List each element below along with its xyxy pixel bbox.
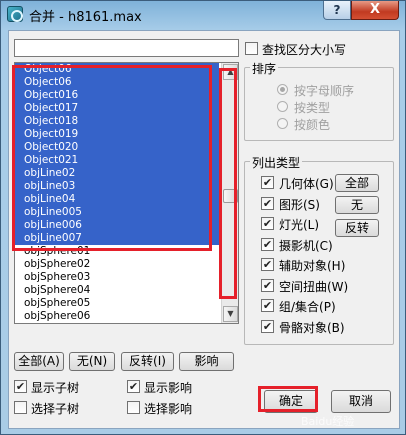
list-item[interactable]: Object06	[15, 63, 219, 76]
list-item[interactable]: Object021	[15, 154, 219, 167]
list-item[interactable]: objSphere02	[15, 258, 219, 271]
type-checkbox[interactable]: ✔	[261, 176, 274, 189]
type-label: 空间扭曲(W)	[279, 279, 349, 294]
name-filter-input[interactable]	[14, 39, 239, 57]
list-item[interactable]: objLine04	[15, 193, 219, 206]
types-all-button[interactable]: 全部	[335, 174, 379, 192]
select-all-button[interactable]: 全部(A)	[14, 352, 64, 371]
type-checkbox[interactable]: ✔	[261, 258, 274, 271]
list-item[interactable]: objLine006	[15, 219, 219, 232]
show-subtree-label: 显示子树	[31, 381, 80, 395]
type-label: 辅助对象(H)	[279, 259, 346, 273]
influence-button[interactable]: 影响	[179, 352, 234, 371]
window-frame: 合并 - h8161.max ? X Object06 Object06 Objec…	[0, 0, 406, 435]
type-checkbox[interactable]: ✔	[261, 319, 274, 333]
show-influence-checkbox[interactable]: ✔	[127, 380, 140, 393]
types-invert-button[interactable]: 反转	[335, 219, 379, 237]
list-scrollbar[interactable]: ▲ ▼	[221, 63, 238, 323]
sort-radio-1[interactable]	[277, 101, 288, 112]
select-none-button[interactable]: 无(N)	[69, 352, 115, 371]
sort-option-label: 按颜色	[294, 118, 331, 132]
case-sensitive-checkbox[interactable]	[245, 42, 258, 55]
sort-radio-0[interactable]	[277, 84, 288, 95]
type-label: 灯光(L)	[279, 218, 320, 232]
sort-group: 排序 按字母顺序按类型按颜色	[244, 60, 394, 141]
ok-button[interactable]: 确定	[264, 390, 318, 413]
object-list-items: Object06 Object06 Object016 Object017 Object…	[15, 63, 219, 323]
list-item[interactable]: objSphere03	[15, 271, 219, 284]
scroll-down-icon[interactable]: ▼	[223, 306, 238, 322]
list-item[interactable]: objLine005	[15, 206, 219, 219]
show-subtree-checkbox[interactable]: ✔	[14, 380, 27, 393]
type-label: 骨骼对象(B)	[279, 320, 345, 335]
type-label: 图形(S)	[279, 197, 320, 212]
sort-option-label: 按类型	[294, 101, 331, 115]
list-item[interactable]: objLine03	[15, 180, 219, 193]
type-label: 摄影机(C)	[279, 238, 333, 253]
list-item[interactable]: objSphere01	[15, 245, 219, 258]
type-label: 几何体(G)	[279, 177, 334, 191]
close-button[interactable]: X	[351, 1, 399, 20]
type-checkbox[interactable]: ✔	[261, 237, 274, 251]
type-checkbox[interactable]: ✔	[261, 196, 274, 210]
case-sensitive-label: 查找区分大小写	[262, 43, 347, 57]
list-types-group: 列出类型 ✔ 几何体(G) ✔ 图形(S) ✔ 灯光(L) ✔ 摄影机(C) ✔ 辅助对象(H) ✔…	[244, 154, 394, 345]
select-subtree-label: 选择子树	[31, 402, 80, 416]
list-item[interactable]: Object018	[15, 115, 219, 128]
list-item[interactable]: objSphere06	[15, 310, 219, 323]
3dsmax-app-icon	[7, 6, 23, 22]
scroll-thumb[interactable]	[223, 189, 238, 203]
watermark: Baidu经验	[301, 415, 355, 428]
invert-selection-button[interactable]: 反转(I)	[121, 352, 174, 371]
sort-group-title: 排序	[250, 60, 279, 77]
help-button[interactable]: ?	[323, 1, 351, 20]
list-item[interactable]: Object020	[15, 141, 219, 154]
scroll-up-icon[interactable]: ▲	[223, 64, 238, 80]
sort-radio-2[interactable]	[277, 118, 288, 129]
list-item[interactable]: objLine007	[15, 232, 219, 245]
select-influence-label: 选择影响	[144, 402, 193, 416]
dialog-body: Object06 Object06 Object016 Object017 Object…	[8, 30, 400, 429]
type-checkbox[interactable]: ✔	[261, 217, 274, 230]
type-checkbox[interactable]: ✔	[261, 278, 274, 292]
title-bar[interactable]: 合并 - h8161.max ? X	[1, 1, 405, 29]
list-item[interactable]: objLine02	[15, 167, 219, 180]
list-item[interactable]: Object019	[15, 128, 219, 141]
list-item[interactable]: Object017	[15, 102, 219, 115]
object-list[interactable]: Object06 Object06 Object016 Object017 Object…	[14, 62, 239, 324]
list-item[interactable]: Object016	[15, 89, 219, 102]
select-subtree-checkbox[interactable]	[14, 401, 27, 414]
list-item[interactable]: Object06	[15, 76, 219, 89]
select-influence-checkbox[interactable]	[127, 401, 140, 414]
list-item[interactable]: objSphere04	[15, 284, 219, 297]
window-title: 合并 - h8161.max	[29, 10, 142, 25]
types-none-button[interactable]: 无	[335, 196, 379, 214]
type-checkbox[interactable]: ✔	[261, 299, 274, 312]
sort-option-label: 按字母顺序	[294, 84, 355, 98]
list-item[interactable]: objSphere05	[15, 297, 219, 310]
type-label: 组/集合(P)	[279, 300, 336, 314]
cancel-button[interactable]: 取消	[331, 390, 391, 413]
list-types-group-title: 列出类型	[250, 154, 303, 171]
show-influence-label: 显示影响	[144, 381, 193, 395]
